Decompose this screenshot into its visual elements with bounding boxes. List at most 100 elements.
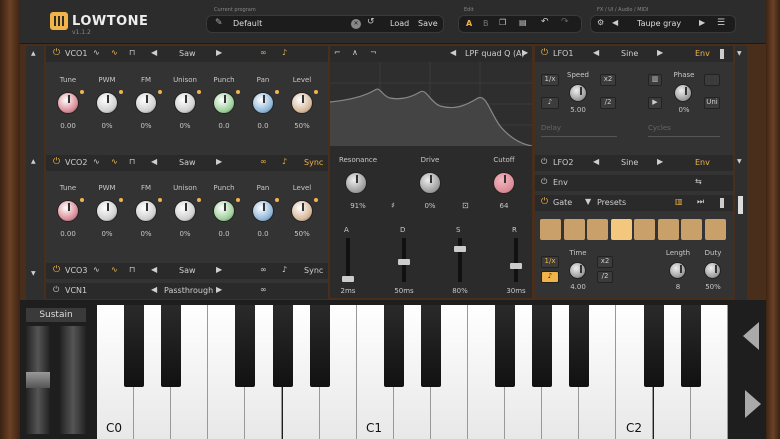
piano-black-key[interactable] xyxy=(235,305,256,387)
adsr-d-fader[interactable] xyxy=(398,258,410,265)
gate-note-icon[interactable]: ♪ xyxy=(541,271,559,283)
vco2-fm-knob[interactable] xyxy=(135,200,157,222)
vco1-tune-knob[interactable] xyxy=(57,92,79,114)
prev-wave-icon[interactable]: ◀ xyxy=(151,265,157,274)
lfo1-retrigger-icon[interactable]: ▥ xyxy=(648,74,662,86)
undo-icon[interactable]: ↶ xyxy=(541,17,549,27)
lfo1-x2-button[interactable]: x2 xyxy=(600,74,616,86)
scroll-up-icon[interactable]: ▼ xyxy=(31,270,36,277)
edit-b-button[interactable]: B xyxy=(483,19,489,28)
vco2-sync-button[interactable]: Sync xyxy=(304,158,323,167)
copy-icon[interactable]: ❐ xyxy=(499,18,506,27)
next-wave-icon[interactable]: ▶ xyxy=(216,48,222,57)
scroll-thumb[interactable] xyxy=(738,196,743,214)
sine-wave-icon[interactable]: ∿ xyxy=(93,48,100,57)
filter-shape-bp-icon[interactable]: ∧ xyxy=(352,48,358,57)
triangle-wave-icon[interactable]: ∿ xyxy=(111,48,118,57)
gate-step[interactable] xyxy=(563,219,585,240)
gate-step[interactable] xyxy=(540,219,561,240)
link-icon[interactable]: ∞ xyxy=(260,48,267,57)
resonance-knob[interactable] xyxy=(345,172,367,194)
lock-icon[interactable]: ⊡ xyxy=(462,201,469,210)
piano-black-key[interactable] xyxy=(124,305,145,387)
gate-length-knob[interactable] xyxy=(669,262,686,279)
adsr-a-fader[interactable] xyxy=(342,276,354,282)
gate-step[interactable] xyxy=(587,219,608,240)
scroll-up-icon[interactable]: ▼ xyxy=(737,50,742,57)
gate-power-icon[interactable]: ⏻ xyxy=(541,197,548,207)
link-icon[interactable]: ∞ xyxy=(260,157,267,166)
gate-x2-button[interactable]: x2 xyxy=(597,256,613,268)
lfo1-extra-button[interactable] xyxy=(704,74,720,86)
filter-shape-hp-icon[interactable]: ¬ xyxy=(370,48,377,57)
theme-prev-icon[interactable]: ◀ xyxy=(612,18,618,27)
lfo1-env-button[interactable]: Env xyxy=(695,49,710,58)
vco1-power-icon[interactable]: ⏻ xyxy=(53,48,60,58)
lfo1-delay-slider[interactable] xyxy=(541,136,617,137)
gate-duty-knob[interactable] xyxy=(704,262,721,279)
piano-black-key[interactable] xyxy=(569,305,590,387)
mod-wheel[interactable] xyxy=(60,326,86,434)
vco3-power-icon[interactable]: ⏻ xyxy=(53,265,60,275)
vco3-sync-button[interactable]: Sync xyxy=(304,266,323,275)
vco2-pwm-knob[interactable] xyxy=(96,200,118,222)
lfo1-phase-knob[interactable] xyxy=(674,84,692,102)
octave-up-icon[interactable] xyxy=(745,390,761,418)
piano-black-key[interactable] xyxy=(495,305,516,387)
piano-black-key[interactable] xyxy=(272,305,293,387)
piano-black-key[interactable] xyxy=(309,305,330,387)
gate-skip-icon[interactable]: ⏭ xyxy=(697,197,704,207)
gate-time-knob[interactable] xyxy=(569,262,586,279)
octave-down-icon[interactable] xyxy=(743,322,759,350)
adsr-r-fader[interactable] xyxy=(510,262,522,269)
right-scroll-strip[interactable]: ▼ ▼ xyxy=(735,46,747,300)
adsr-s-track[interactable] xyxy=(458,238,462,282)
filter-shape-lp-icon[interactable]: ⌐ xyxy=(334,48,341,57)
sine-wave-icon[interactable]: ∿ xyxy=(93,157,100,166)
theme-selector[interactable]: ⚙ ◀ Taupe gray ▶ ☰ xyxy=(590,15,736,33)
lfo1-one-over-x-button[interactable]: 1/x xyxy=(541,74,559,86)
edit-a-button[interactable]: A xyxy=(466,19,472,28)
pencil-icon[interactable]: ✎ xyxy=(215,18,223,28)
vco2-pan-knob[interactable] xyxy=(252,200,274,222)
key-track-icon[interactable]: ♪ xyxy=(282,48,287,57)
gate-step[interactable] xyxy=(657,219,679,240)
piano-black-key[interactable] xyxy=(383,305,404,387)
prev-wave-icon[interactable]: ◀ xyxy=(151,157,157,166)
triangle-wave-icon[interactable]: ∿ xyxy=(111,265,118,274)
redo-icon[interactable]: ↷ xyxy=(561,17,569,27)
link-icon[interactable]: ∞ xyxy=(260,285,267,294)
prev-wave-icon[interactable]: ◀ xyxy=(151,48,157,57)
vco1-pwm-knob[interactable] xyxy=(96,92,118,114)
vco2-power-icon[interactable]: ⏻ xyxy=(53,157,60,167)
vcn1-power-icon[interactable]: ⏻ xyxy=(53,285,59,295)
adsr-r-track[interactable] xyxy=(514,238,518,282)
menu-icon[interactable]: ☰ xyxy=(717,18,725,28)
key-track-icon[interactable]: ♪ xyxy=(282,265,287,274)
vco1-fm-knob[interactable] xyxy=(135,92,157,114)
piano-black-key[interactable] xyxy=(680,305,701,387)
prev-filter-icon[interactable]: ◀ xyxy=(450,48,456,57)
lfo1-uni-button[interactable]: Uni xyxy=(704,97,720,109)
scroll-down-icon[interactable]: ▼ xyxy=(737,158,742,165)
piano-black-key[interactable] xyxy=(532,305,553,387)
env-power-icon[interactable]: ⏻ xyxy=(541,177,547,187)
sustain-button[interactable]: Sustain xyxy=(26,308,86,322)
link-icon[interactable]: ∞ xyxy=(260,265,267,274)
lfo1-speed-knob[interactable] xyxy=(569,84,587,102)
scroll-up-icon[interactable]: ▲ xyxy=(31,50,36,57)
left-scroll-strip[interactable]: ▲ ▲ ▼ xyxy=(26,46,44,300)
drive-mode-icon[interactable]: ♯ xyxy=(391,201,395,210)
save-button[interactable]: Save xyxy=(418,19,438,28)
gate-one-over-x-button[interactable]: 1/x xyxy=(541,256,559,268)
gate-step[interactable] xyxy=(704,219,726,240)
gate-step[interactable] xyxy=(634,219,655,240)
square-wave-icon[interactable]: ⊓ xyxy=(129,157,135,166)
vco1-pan-knob[interactable] xyxy=(252,92,274,114)
vco1-unison-knob[interactable] xyxy=(174,92,196,114)
gate-div2-button[interactable]: /2 xyxy=(597,271,613,283)
gear-icon[interactable]: ⚙ xyxy=(597,18,604,27)
piano-black-key[interactable] xyxy=(643,305,664,387)
pitch-bend-wheel[interactable] xyxy=(26,326,50,434)
theme-next-icon[interactable]: ▶ xyxy=(699,18,705,27)
